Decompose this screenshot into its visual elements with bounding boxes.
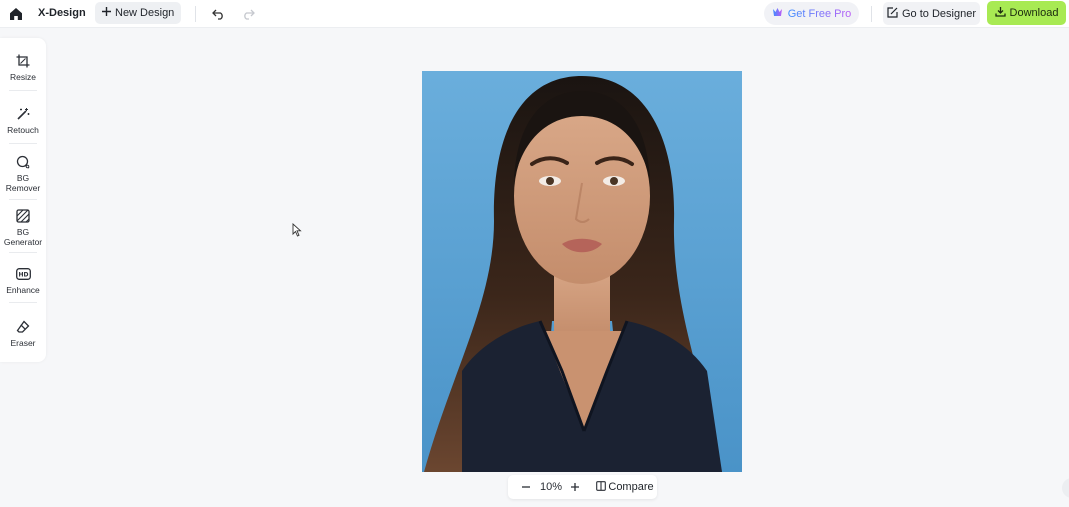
tool-bg-generator[interactable]: BG Generator xyxy=(0,208,46,247)
go-to-designer-label: Go to Designer xyxy=(902,7,976,20)
divider xyxy=(871,6,872,22)
compare-icon xyxy=(596,480,607,494)
mouse-cursor-icon xyxy=(292,222,302,242)
tool-label: BG Generator xyxy=(3,227,43,247)
compare-button[interactable]: Compare xyxy=(596,479,654,495)
new-design-button[interactable]: New Design xyxy=(95,2,182,24)
bg-generator-icon xyxy=(15,208,31,224)
undo-icon[interactable] xyxy=(209,4,229,24)
zoom-bar: 10% Compare xyxy=(508,475,657,499)
tool-label: Retouch xyxy=(7,125,39,135)
svg-text:HD: HD xyxy=(18,272,28,279)
home-icon[interactable] xyxy=(6,4,26,24)
hd-icon: HD xyxy=(15,266,31,282)
crop-icon xyxy=(15,53,31,69)
canvas-image[interactable] xyxy=(422,71,742,472)
go-to-designer-button[interactable]: Go to Designer xyxy=(883,2,980,25)
tool-bg-remover[interactable]: BG Remover xyxy=(0,154,46,193)
tool-label: BG Remover xyxy=(5,173,41,193)
divider xyxy=(9,199,37,200)
eraser-icon xyxy=(15,319,31,335)
portrait-photo xyxy=(424,76,722,472)
redo-icon[interactable] xyxy=(238,4,258,24)
top-bar: X-Design New Design Get Free Pro Go to D… xyxy=(0,0,1069,28)
divider xyxy=(9,90,37,91)
bg-remover-icon xyxy=(15,154,31,170)
tool-resize[interactable]: Resize xyxy=(0,53,46,82)
tool-label: Eraser xyxy=(10,338,36,348)
tool-eraser[interactable]: Eraser xyxy=(0,319,46,348)
zoom-level: 10% xyxy=(539,481,563,493)
zoom-out-icon[interactable] xyxy=(518,479,534,495)
side-panel-handle[interactable] xyxy=(1062,478,1069,498)
download-icon xyxy=(994,6,1006,20)
divider xyxy=(9,252,37,253)
tool-sidebar: Resize Retouch BG Remover BG Generator HD … xyxy=(0,38,46,362)
zoom-in-icon[interactable] xyxy=(567,479,583,495)
divider xyxy=(195,6,196,22)
download-label: Download xyxy=(1009,7,1059,19)
tool-label: Enhance xyxy=(6,285,40,295)
tool-retouch[interactable]: Retouch xyxy=(0,106,46,135)
download-button[interactable]: Download xyxy=(987,1,1066,25)
compare-label: Compare xyxy=(608,481,654,493)
plus-icon xyxy=(101,6,112,20)
get-free-pro-label: Get Free Pro xyxy=(787,7,852,20)
divider xyxy=(9,302,37,303)
tool-label: Resize xyxy=(10,72,36,82)
tool-enhance[interactable]: HD Enhance xyxy=(0,266,46,295)
magic-wand-icon xyxy=(15,106,31,122)
external-edit-icon xyxy=(887,6,898,21)
divider xyxy=(9,143,37,144)
app-title: X-Design xyxy=(38,7,86,19)
crown-icon xyxy=(772,7,783,20)
new-design-label: New Design xyxy=(115,7,175,19)
get-free-pro-button[interactable]: Get Free Pro xyxy=(764,2,859,25)
